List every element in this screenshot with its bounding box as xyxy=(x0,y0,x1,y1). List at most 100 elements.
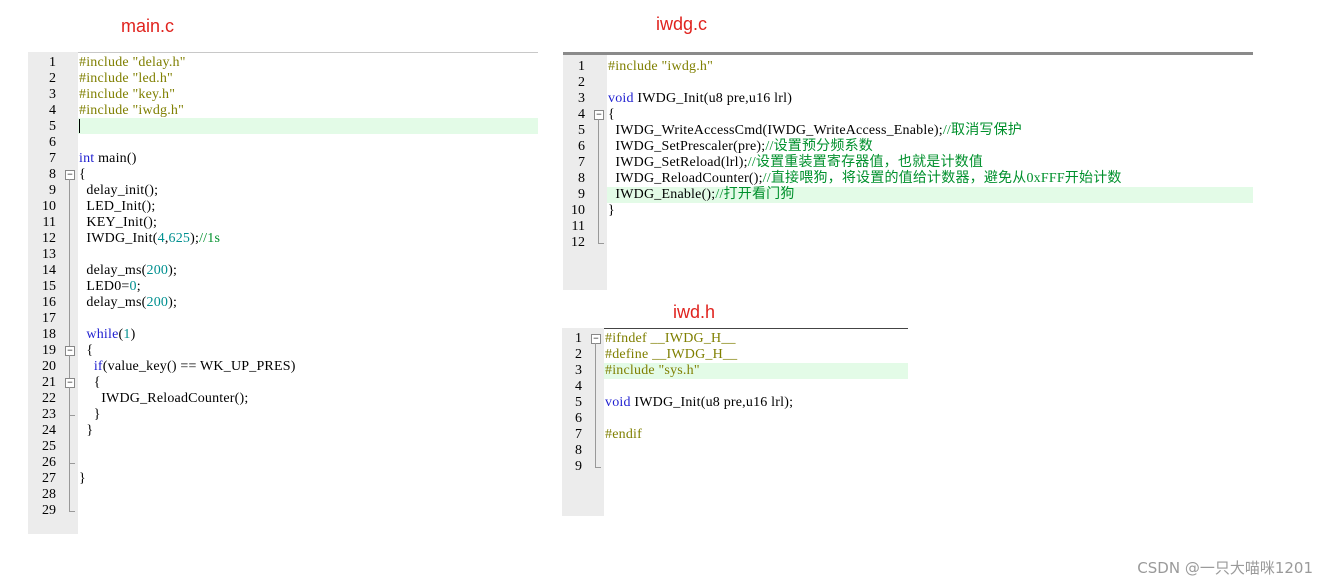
line-number: 5 xyxy=(575,395,582,410)
line-number: 25 xyxy=(42,439,56,454)
code-line: void IWDG_Init(u8 pre,u16 lrl) xyxy=(608,91,793,106)
line-number: 2 xyxy=(578,75,585,90)
line-number: 6 xyxy=(575,411,582,426)
iwdg-c-editor[interactable]: 1 #include "iwdg.h" 2 3 void IWDG_Init(u8 pr… xyxy=(563,52,1253,290)
code-line: delay_ms(200); xyxy=(79,263,178,278)
code-line: #endif xyxy=(605,427,642,442)
line-number: 4 xyxy=(578,107,585,122)
fold-end xyxy=(64,455,76,471)
fold-end xyxy=(590,459,602,475)
code-line: IWDG_Enable();//打开看门狗 xyxy=(608,187,795,202)
code-line: void IWDG_Init(u8 pre,u16 lrl); xyxy=(605,395,794,410)
line-number: 11 xyxy=(42,215,56,230)
line-number: 1 xyxy=(575,331,582,346)
line-number: 16 xyxy=(42,295,56,310)
main-c-editor[interactable]: 1 #include "delay.h" 2 #include "led.h" 3 #in… xyxy=(28,52,538,534)
iwd-h-title: iwd.h xyxy=(673,302,716,322)
code-line: delay_init(); xyxy=(79,183,159,198)
line-number: 23 xyxy=(42,407,56,422)
line-number: 9 xyxy=(49,183,56,198)
line-number: 24 xyxy=(42,423,56,438)
code-line: IWDG_SetPrescaler(pre);//设置预分频系数 xyxy=(608,139,873,154)
code-line: } xyxy=(79,471,86,486)
line-number: 12 xyxy=(571,235,585,250)
code-line: if(value_key() == WK_UP_PRES) xyxy=(93,359,296,374)
code-line: #include "sys.h" xyxy=(605,363,700,378)
code-line: int main() xyxy=(79,151,137,166)
code-line: { xyxy=(608,107,615,122)
line-number: 29 xyxy=(42,503,56,518)
code-line: IWDG_ReloadCounter();//直接喂狗，将设置的值给计数器，避免… xyxy=(608,171,1122,186)
line-number: 13 xyxy=(42,247,56,262)
current-line-highlight xyxy=(78,118,538,134)
code-line: while(1) xyxy=(86,327,136,342)
fold-end xyxy=(64,503,76,519)
line-number: 15 xyxy=(42,279,56,294)
code-line: IWDG_SetReload(lrl);//设置重装置寄存器值，也就是计数值 xyxy=(608,155,984,170)
line-number: 9 xyxy=(575,459,582,474)
line-number: 5 xyxy=(49,119,56,134)
line-number: 8 xyxy=(575,443,582,458)
code-line: #define __IWDG_H__ xyxy=(605,347,738,362)
code-line: LED_Init(); xyxy=(79,199,156,214)
code-line: #include "key.h" xyxy=(79,87,176,102)
fold-end xyxy=(593,235,605,251)
line-number: 3 xyxy=(575,363,582,378)
line-number: 28 xyxy=(42,487,56,502)
line-number: 1 xyxy=(49,55,56,70)
fold-guide xyxy=(593,119,605,243)
line-number: 22 xyxy=(42,391,56,406)
line-number: 19 xyxy=(42,343,56,358)
line-number: 14 xyxy=(42,263,56,278)
line-number: 21 xyxy=(42,375,56,390)
line-number: 11 xyxy=(571,219,585,234)
code-line: #include "iwdg.h" xyxy=(79,103,185,118)
fold-end xyxy=(64,407,76,423)
text-caret xyxy=(79,119,80,133)
code-line: { xyxy=(79,343,94,358)
line-number: 8 xyxy=(49,167,56,182)
line-number: 10 xyxy=(42,199,56,214)
line-number: 9 xyxy=(578,187,585,202)
code-line: } xyxy=(79,407,101,422)
line-number: 12 xyxy=(42,231,56,246)
code-line: IWDG_WriteAccessCmd(IWDG_WriteAccess_Ena… xyxy=(608,123,1023,138)
line-number: 4 xyxy=(49,103,56,118)
line-number: 26 xyxy=(42,455,56,470)
line-number: 7 xyxy=(49,151,56,166)
line-number: 7 xyxy=(575,427,582,442)
line-number: 18 xyxy=(42,327,56,342)
line-number: 2 xyxy=(575,347,582,362)
line-number: 2 xyxy=(49,71,56,86)
line-number: 17 xyxy=(42,311,56,326)
code-line: } xyxy=(608,203,615,218)
code-line: { xyxy=(79,167,86,182)
code-line: IWDG_ReloadCounter(); xyxy=(79,391,249,406)
code-line: delay_ms(200); xyxy=(79,295,178,310)
code-line: #ifndef __IWDG_H__ xyxy=(605,331,736,346)
code-line: LED0=0; xyxy=(79,279,141,294)
line-number: 3 xyxy=(578,91,585,106)
line-number: 6 xyxy=(578,139,585,154)
line-number: 27 xyxy=(42,471,56,486)
line-number: 5 xyxy=(578,123,585,138)
code-line: #include "led.h" xyxy=(79,71,173,86)
line-number: 10 xyxy=(571,203,585,218)
line-number: 7 xyxy=(578,155,585,170)
code-line: #include "iwdg.h" xyxy=(608,59,714,74)
iwd-h-editor[interactable]: 1 #ifndef __IWDG_H__ 2 #define __IWDG_H__ 3 #… xyxy=(562,328,908,516)
code-line: KEY_Init(); xyxy=(79,215,158,230)
line-number: 6 xyxy=(49,135,56,150)
fold-guide xyxy=(590,343,602,467)
code-line: } xyxy=(79,423,94,438)
line-number: 4 xyxy=(575,379,582,394)
watermark: CSDN @一只大喵咪1201 xyxy=(1137,559,1313,577)
code-line: { xyxy=(79,375,101,390)
line-number: 8 xyxy=(578,171,585,186)
code-line: IWDG_Init(4,625);//1s xyxy=(79,231,221,246)
line-number: 1 xyxy=(578,59,585,74)
line-number: 3 xyxy=(49,87,56,102)
main-c-title: main.c xyxy=(121,16,175,36)
iwdg-c-title: iwdg.c xyxy=(656,14,708,34)
code-line: #include "delay.h" xyxy=(79,55,186,70)
